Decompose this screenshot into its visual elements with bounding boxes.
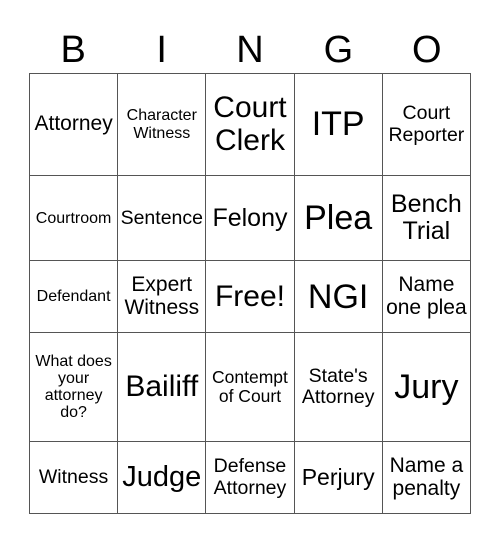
- bingo-cell[interactable]: Court Clerk: [205, 72, 295, 177]
- header-letter-n: N: [236, 29, 264, 71]
- bingo-cell[interactable]: NGI: [293, 260, 383, 334]
- bingo-cell[interactable]: Expert Witness: [117, 260, 207, 334]
- bingo-cell[interactable]: Defense Attorney: [205, 441, 295, 514]
- bingo-cell[interactable]: Jury: [381, 332, 472, 443]
- bingo-cell[interactable]: Sentence: [117, 175, 207, 262]
- bingo-header: B I N G O: [29, 28, 471, 73]
- bingo-cell[interactable]: Courtroom: [28, 175, 119, 262]
- bingo-cell[interactable]: Character Witness: [117, 72, 207, 177]
- bingo-board: Attorney Character Witness Court Clerk I…: [28, 72, 472, 514]
- board-row: Attorney Character Witness Court Clerk I…: [28, 72, 472, 177]
- bingo-cell[interactable]: Name one plea: [381, 260, 472, 334]
- board-row: Witness Judge Defense Attorney Perjury N…: [28, 441, 472, 514]
- bingo-cell[interactable]: Bench Trial: [381, 175, 472, 262]
- board-row: Defendant Expert Witness Free! NGI Name …: [28, 260, 472, 334]
- header-letter-b: B: [60, 29, 86, 71]
- bingo-cell[interactable]: Defendant: [28, 260, 119, 334]
- bingo-cell[interactable]: Felony: [205, 175, 295, 262]
- free-space-cell[interactable]: Free!: [205, 260, 295, 334]
- bingo-cell[interactable]: Judge: [117, 441, 207, 514]
- bingo-cell[interactable]: Bailiff: [117, 332, 207, 443]
- bingo-cell[interactable]: State's Attorney: [293, 332, 383, 443]
- board-row: Courtroom Sentence Felony Plea Bench Tri…: [28, 175, 472, 262]
- bingo-cell[interactable]: What does your attorney do?: [28, 332, 119, 443]
- bingo-cell[interactable]: Plea: [293, 175, 383, 262]
- bingo-cell[interactable]: Witness: [28, 441, 119, 514]
- bingo-cell[interactable]: ITP: [293, 72, 383, 177]
- bingo-cell[interactable]: Perjury: [293, 441, 383, 514]
- bingo-cell[interactable]: Name a penalty: [381, 441, 472, 514]
- header-letter-i: I: [156, 29, 167, 71]
- header-letter-g: G: [323, 29, 354, 71]
- board-row: What does your attorney do? Bailiff Cont…: [28, 332, 472, 443]
- bingo-cell[interactable]: Court Reporter: [381, 72, 472, 177]
- bingo-cell[interactable]: Attorney: [28, 72, 119, 177]
- bingo-cell[interactable]: Contempt of Court: [205, 332, 295, 443]
- header-letter-o: O: [412, 29, 442, 71]
